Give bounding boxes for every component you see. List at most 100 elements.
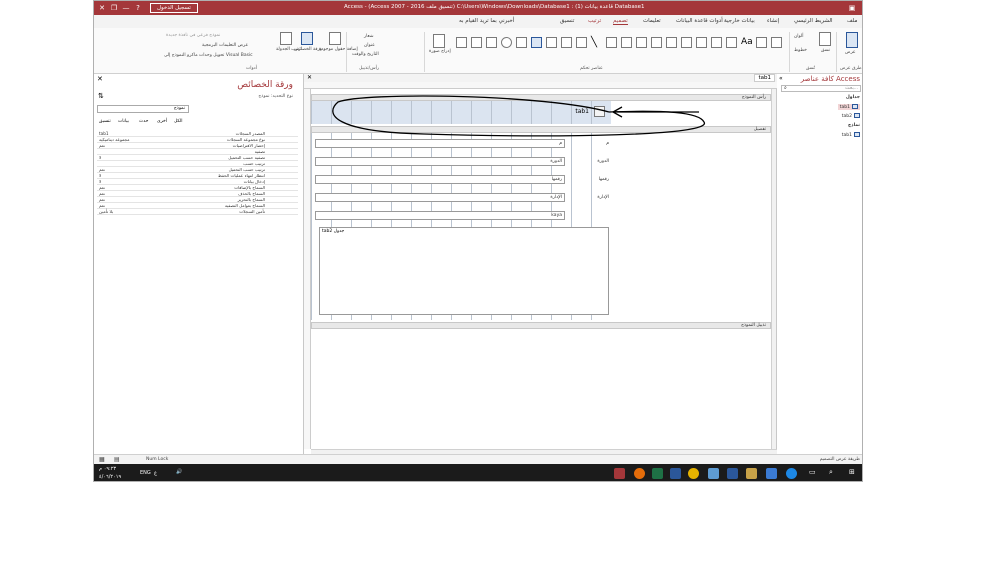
tab-design[interactable]: تصميم (613, 18, 628, 25)
property-sheet-icon[interactable] (301, 32, 313, 45)
sort-icon[interactable]: ⇅ (98, 92, 104, 100)
tab-help[interactable]: تعليمات (643, 18, 661, 24)
label-icon[interactable]: Aa (741, 37, 753, 48)
prop-tab-data[interactable]: بيانات (118, 119, 129, 124)
tell-me-box[interactable]: أخبرني بما تريد القيام به (459, 18, 514, 24)
store-icon[interactable] (766, 468, 777, 479)
toggle-button-icon[interactable] (576, 37, 587, 48)
textbox-icon[interactable] (756, 37, 767, 48)
property-value[interactable]: نعم (99, 185, 105, 190)
save-icon[interactable]: ▣ (846, 2, 858, 14)
insert-image-icon[interactable] (433, 34, 445, 48)
form-footer-bar[interactable]: تذييل النموذج (311, 322, 771, 329)
field-label[interactable]: الدورة (569, 157, 609, 166)
nav-item-table-tab1[interactable]: tab1 (837, 104, 860, 110)
list-box-icon[interactable] (561, 37, 572, 48)
chrome-icon[interactable] (688, 468, 699, 479)
option-button-icon[interactable] (501, 37, 512, 48)
option-group-icon[interactable] (651, 37, 662, 48)
hyperlink-icon[interactable] (696, 37, 707, 48)
property-value[interactable]: نعم (99, 143, 105, 148)
close-document-icon[interactable]: ✕ (307, 74, 312, 81)
design-view-icon[interactable]: ▤ (114, 456, 120, 463)
edge-icon[interactable] (786, 468, 797, 479)
excel-icon[interactable] (652, 468, 663, 479)
start-icon[interactable]: ⊞ (849, 468, 855, 476)
field-textbox[interactable]: kaya (315, 211, 565, 220)
subform-control[interactable]: tab2 جدول (319, 227, 609, 315)
subform-new-window-button[interactable]: نموذج فرعي في نافذة جديدة (166, 33, 220, 38)
taskbar-date[interactable]: ٤/٠٦/٢٠١٩ (99, 474, 121, 480)
date-time-button[interactable]: التاريخ والوقت (352, 52, 379, 57)
field-label[interactable]: الإدارة (569, 193, 609, 202)
field-textbox[interactable]: الإدارة (315, 193, 565, 202)
app-icon-2[interactable] (708, 468, 719, 479)
property-value[interactable]: لا (99, 155, 101, 160)
help-button[interactable]: ? (132, 2, 144, 14)
fonts-button[interactable]: خطوط (794, 48, 807, 53)
tab-arrange[interactable]: ترتيب (588, 18, 601, 24)
property-value[interactable]: نعم (99, 197, 105, 202)
property-value[interactable]: tab1 (99, 131, 109, 136)
field-label[interactable]: رقمها (569, 175, 609, 184)
tab-order-icon[interactable] (280, 32, 292, 45)
navigation-control-icon[interactable] (666, 37, 677, 48)
field-label[interactable] (569, 211, 609, 220)
maximize-button[interactable]: ❐ (108, 2, 120, 14)
layout-view-icon[interactable]: ▦ (99, 456, 105, 463)
field-textbox[interactable]: الدورة (315, 157, 565, 166)
nav-item-form-tab1[interactable]: tab1 (842, 132, 860, 138)
nav-item-table-tab2[interactable]: tab2 (842, 113, 860, 119)
word-icon[interactable] (670, 468, 681, 479)
combo-box-icon[interactable] (621, 37, 632, 48)
property-value[interactable]: نعم (99, 203, 105, 208)
search-icon[interactable]: ⌕ (784, 85, 787, 91)
prop-tab-event[interactable]: حدث (139, 119, 148, 124)
property-value[interactable]: مجموعة ديناميكية (99, 137, 130, 142)
tab-create[interactable]: إنشاء (767, 18, 779, 24)
logo-button[interactable]: شعار (364, 34, 374, 39)
check-box-icon[interactable] (531, 37, 542, 48)
nav-search-box[interactable]: بحث... ⌕ (781, 85, 861, 92)
access-taskbar-icon[interactable] (614, 468, 625, 479)
tab-file[interactable]: ملف (847, 18, 857, 24)
subform-icon[interactable] (486, 37, 497, 48)
web-browser-icon[interactable] (681, 37, 692, 48)
prop-tab-format[interactable]: تنسيق (99, 119, 111, 124)
file-explorer-icon[interactable] (746, 468, 757, 479)
document-tab[interactable]: tab1 (754, 74, 775, 82)
add-fields-icon[interactable] (329, 32, 341, 45)
property-value[interactable]: بلا تأمين (99, 209, 113, 214)
prop-tab-all[interactable]: الكل (174, 119, 183, 124)
nav-group-forms[interactable]: نماذج (848, 123, 860, 128)
keyboard-layout[interactable]: ﻉ (154, 470, 157, 476)
speaker-icon[interactable]: 🔊 (176, 469, 182, 475)
taskbar-clock[interactable]: ٠٩:٢٣ م (99, 466, 116, 472)
close-pane-icon[interactable]: ✕ (97, 75, 103, 83)
view-code-button[interactable]: عرض التعليمات البرمجية (202, 43, 248, 48)
close-button[interactable]: ✕ (96, 2, 108, 14)
line-icon[interactable]: ╲ (591, 37, 602, 48)
field-textbox[interactable]: رقمها (315, 175, 565, 184)
colors-button[interactable]: ألوان (794, 34, 804, 39)
nav-group-tables[interactable]: جداول (846, 95, 860, 100)
word-icon-2[interactable] (727, 468, 738, 479)
tab-control-icon[interactable] (711, 37, 722, 48)
chevron-icon[interactable]: « (779, 75, 783, 82)
object-combo[interactable]: نموذج (97, 105, 189, 113)
tab-external-data[interactable]: بيانات خارجية (724, 18, 755, 24)
tab-home[interactable]: الشريط الرئيسي (794, 18, 833, 24)
chart-icon[interactable] (606, 37, 617, 48)
tab-database-tools[interactable]: أدوات قاعدة البيانات (676, 18, 723, 24)
select-pointer-icon[interactable] (771, 37, 782, 48)
tab-format[interactable]: تنسيق (560, 18, 574, 24)
property-value[interactable]: لا (99, 179, 101, 184)
app-icon-1[interactable] (634, 468, 645, 479)
prop-tab-other[interactable]: أخرى (157, 119, 167, 124)
title-button[interactable]: عنوان (364, 43, 375, 48)
themes-icon[interactable] (819, 32, 831, 46)
object-frame-icon[interactable] (471, 37, 482, 48)
attachment-icon[interactable] (516, 37, 527, 48)
sign-in-button[interactable]: تسجيل الدخول (150, 3, 198, 13)
convert-macros-button[interactable]: تحويل وحدات ماكرو النموذج إلى Visual Bas… (164, 53, 253, 58)
